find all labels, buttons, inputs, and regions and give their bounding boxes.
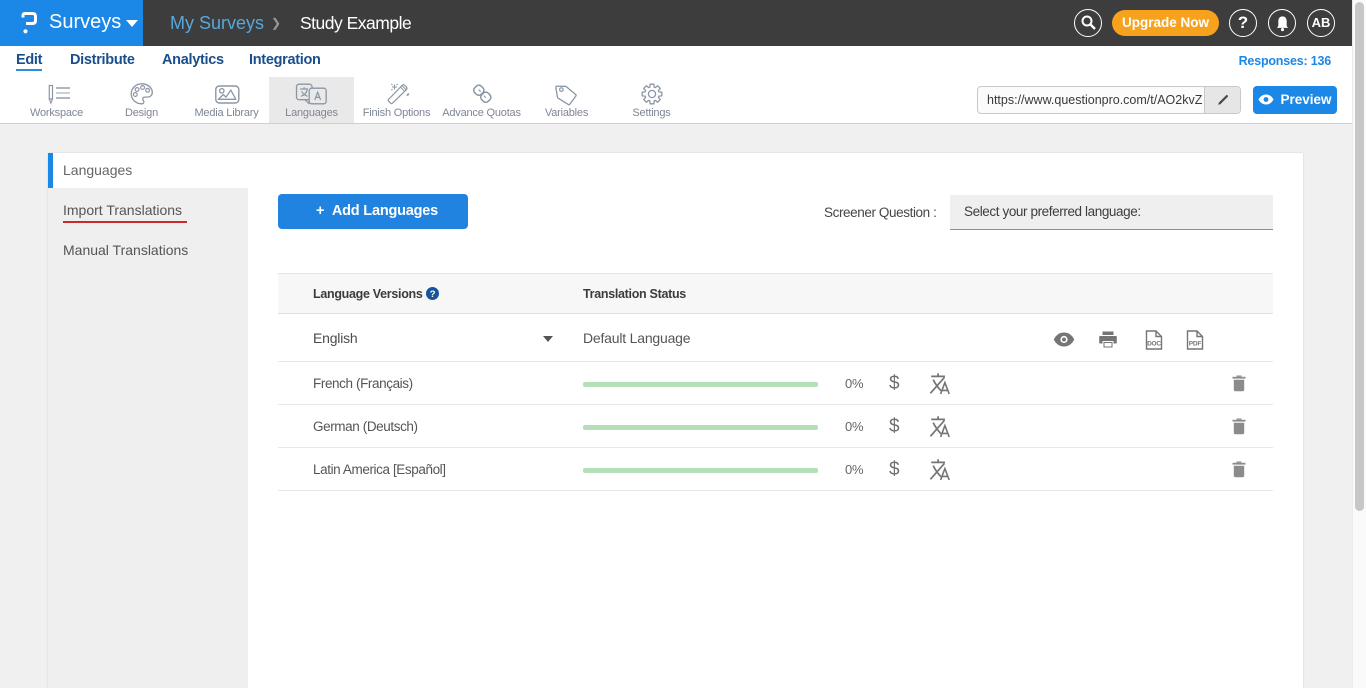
svg-text:PDF: PDF [1189,341,1202,348]
svg-text:DOC: DOC [1147,341,1161,348]
svg-text:?: ? [429,289,435,300]
